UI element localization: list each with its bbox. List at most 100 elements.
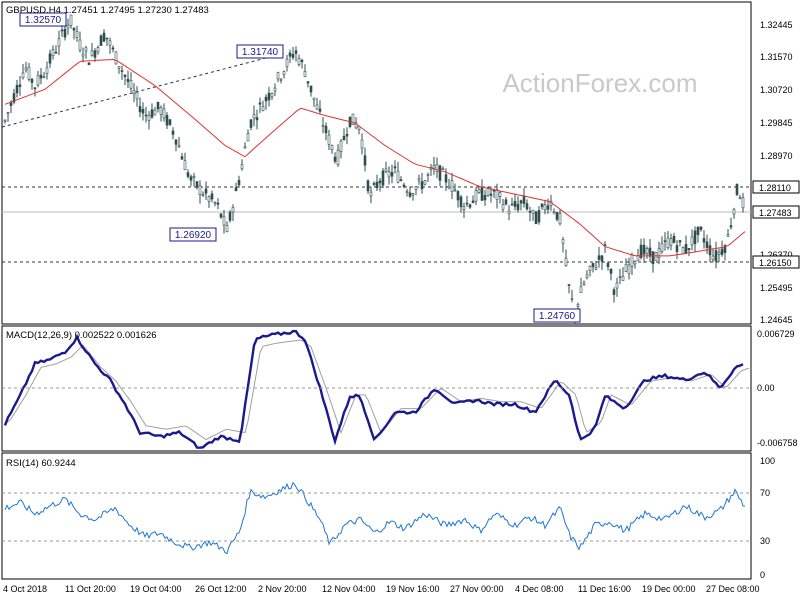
candle-body [438,165,442,181]
candle-body [243,146,247,149]
candle-body [132,90,136,94]
candle-body [468,204,472,208]
candle-body [411,193,415,196]
candle-body [447,185,451,189]
candle-body [459,196,463,208]
candle-body [201,194,205,196]
watermark: ActionForex.com [502,68,697,98]
candle-body [675,245,679,252]
candle-body [162,108,166,119]
trading-chart[interactable]: ActionForex.com GBPUSD,H4 1.27451 1.2749… [0,0,800,600]
candle-body [15,84,19,94]
candle-body [423,180,427,185]
candle-body [708,245,712,256]
price-tick: 1.25495 [760,283,793,293]
candle-body [234,187,238,192]
candle-body [729,225,733,228]
candle-body [564,257,568,266]
candle-body [327,134,331,145]
candle-body [207,196,211,202]
time-tick: 4 Oct 2018 [3,584,47,594]
candle-body [387,171,391,178]
candle-body [465,202,469,205]
candle-body [516,203,520,211]
candle-body [399,179,403,181]
candle-body [51,49,55,56]
macd-tick: 0.00 [757,383,775,393]
candle-body [198,185,202,195]
candle-body [528,210,532,213]
candle-body [375,181,379,189]
candle-body [363,155,367,166]
rsi-panel[interactable] [1,452,752,580]
candle-body [249,119,253,128]
candle-body [558,213,562,225]
candle-body [522,195,526,204]
candle-body [543,204,547,211]
candle-body [663,240,667,243]
candle-body [714,250,718,262]
macd-tick: -0.006758 [757,438,798,448]
candle-body [405,191,409,193]
price-panel[interactable] [1,1,752,325]
candle-body [684,243,688,254]
candle-body [3,119,7,122]
candle-body [123,74,127,78]
candle-body [102,32,106,42]
candle-body [93,50,97,58]
candle-body [180,156,184,160]
candle-body [612,289,616,295]
candle-body [645,248,649,254]
candle-body [654,252,658,261]
candle-body [642,244,646,255]
candle-body [231,207,235,213]
annotation-high-1: 1.32570 [19,12,67,27]
candle-body [129,80,133,89]
candle-body [501,204,505,210]
candle-body [261,106,265,112]
price-tick: 1.29845 [760,118,793,128]
price-tick: 1.24645 [760,315,793,325]
candle-body [84,47,88,52]
candle-body [48,53,52,64]
candle-body [141,108,145,114]
macd-title: MACD(12,26,9) 0.002522 0.001626 [6,330,157,341]
candle-body [381,170,385,186]
candle-body [147,115,151,121]
candle-body [432,165,436,169]
candle-body [54,51,58,54]
candle-body [306,81,310,84]
support-tag: 1.26150 [752,255,800,269]
candle-body [237,179,241,186]
candle-body [546,205,550,210]
candle-body [480,186,484,201]
candle-body [660,243,664,252]
candle-body [144,114,148,117]
candle-body [108,40,112,46]
candle-body [525,203,529,210]
candle-body [591,263,595,268]
candle-body [402,184,406,187]
candle-body [318,108,322,112]
candle-body [246,133,250,142]
candle-body [150,109,154,118]
rsi-tick: 0 [760,570,765,580]
candle-body [630,254,634,267]
candle-body [342,135,346,141]
candle-body [489,193,493,196]
svg-text:1.24760: 1.24760 [539,311,576,322]
candle-body [285,58,289,67]
candle-body [36,75,40,86]
candle-body [18,84,22,88]
price-tick: 1.32445 [760,20,793,30]
candle-body [177,145,181,148]
time-tick: 12 Nov 04:00 [322,584,376,594]
candle-body [627,264,631,274]
candle-body [540,203,544,208]
candle-body [471,200,475,204]
candle-body [477,188,481,193]
current-price-tag: 1.27483 [752,205,800,219]
candle-body [75,31,79,38]
candle-body [393,166,397,169]
macd-axis: 0.006729 0.00 -0.006758 [757,329,798,448]
